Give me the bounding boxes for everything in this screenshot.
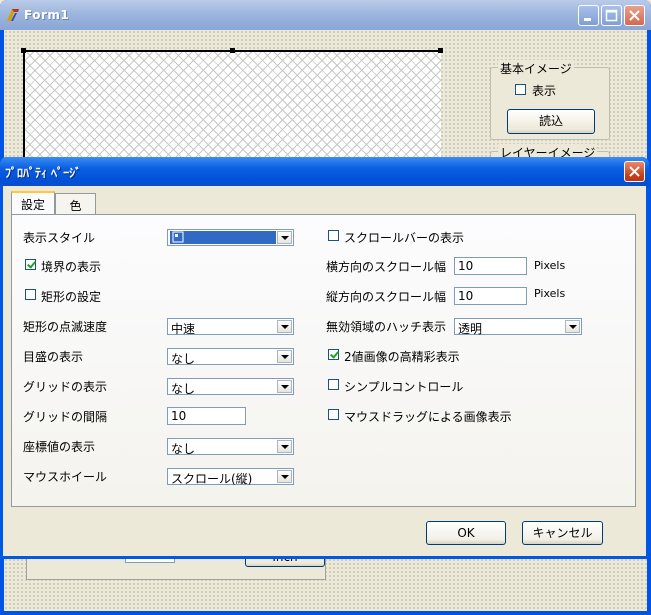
h-scroll-value: 10 xyxy=(458,259,474,273)
ok-button[interactable]: OK xyxy=(426,521,506,545)
h-scroll-unit: Pixels xyxy=(534,259,566,272)
scale-show-value: なし xyxy=(171,352,196,366)
coord-show-label: 座標値の表示 xyxy=(23,440,96,454)
mouse-wheel-value: スクロール(縦) xyxy=(171,472,253,486)
cancel-button[interactable]: キャンセル xyxy=(522,521,603,545)
v-scroll-value: 10 xyxy=(458,289,474,303)
grid-interval-value: 10 xyxy=(171,409,187,423)
hatch-select[interactable]: 透明 xyxy=(454,318,582,336)
coord-show-value: なし xyxy=(171,442,196,456)
v-scroll-label: 縦方向のスクロール幅 xyxy=(326,290,447,304)
simple-control-checkbox[interactable] xyxy=(328,379,339,390)
group-basic-image: 基本イメージ 表示 読込 xyxy=(490,60,610,140)
form1-title-text: Form1 xyxy=(24,8,70,22)
image-control[interactable] xyxy=(21,48,443,160)
v-scroll-unit: Pixels xyxy=(534,287,566,300)
chevron-down-icon[interactable] xyxy=(277,231,292,244)
chevron-down-icon[interactable] xyxy=(277,320,292,333)
scale-show-label: 目盛の表示 xyxy=(23,350,84,364)
settings-panel: 表示スタイル 境界の表示 矩形の設定 矩形の点滅速度 中速 目盛の表示 なし グ… xyxy=(11,214,636,507)
basic-show-checkbox[interactable] xyxy=(515,84,526,95)
dialog-title-text: ﾌﾟﾛﾊﾟﾃｨ ﾍﾟｰｼﾞ xyxy=(5,166,82,180)
border-show-checkbox[interactable] xyxy=(25,259,36,270)
scale-show-select[interactable]: なし xyxy=(167,348,294,366)
rect-blink-label: 矩形の点滅速度 xyxy=(23,320,108,334)
grid-show-value: なし xyxy=(171,382,196,396)
chevron-down-icon[interactable] xyxy=(277,470,292,483)
form1-title-bar[interactable]: Form1 xyxy=(0,0,651,30)
binary-hq-label: 2値画像の高精彩表示 xyxy=(344,350,460,364)
load-button[interactable]: 読込 xyxy=(507,109,595,134)
rect-setting-label: 矩形の設定 xyxy=(41,290,102,304)
chevron-down-icon[interactable] xyxy=(277,380,292,393)
h-scroll-input[interactable]: 10 xyxy=(454,257,527,275)
form1-close-button[interactable] xyxy=(624,5,645,26)
selection-highlight xyxy=(170,231,276,244)
mouse-drag-checkbox[interactable] xyxy=(328,409,339,420)
chevron-down-icon[interactable] xyxy=(277,350,292,363)
close-icon xyxy=(629,166,640,177)
maximize-button[interactable] xyxy=(601,5,622,26)
v-scroll-input[interactable]: 10 xyxy=(454,287,527,305)
basic-show-label: 表示 xyxy=(532,84,557,98)
scrollbar-show-checkbox[interactable] xyxy=(328,230,339,241)
resize-handle[interactable] xyxy=(21,48,26,53)
hatch-value: 透明 xyxy=(458,322,483,336)
close-icon xyxy=(629,10,640,21)
maximize-icon xyxy=(605,9,618,22)
dialog-body: 設定 色 表示スタイル 境界の表示 矩形の設定 矩形の点滅速度 中速 目盛の表示 xyxy=(3,186,646,556)
rect-blink-value: 中速 xyxy=(171,322,196,336)
grid-show-select[interactable]: なし xyxy=(167,378,294,396)
chevron-down-icon[interactable] xyxy=(565,320,580,333)
resize-handle[interactable] xyxy=(438,48,443,53)
grid-show-label: グリッドの表示 xyxy=(23,380,108,394)
minimize-icon xyxy=(584,18,591,21)
dialog-close-button[interactable] xyxy=(624,161,645,182)
display-style-select[interactable] xyxy=(167,229,294,246)
minimize-button[interactable] xyxy=(578,5,599,26)
simple-control-label: シンプルコントロール xyxy=(344,380,464,394)
scrollbar-show-label: スクロールバーの表示 xyxy=(344,231,465,245)
property-page-dialog: ﾌﾟﾛﾊﾟﾃｨ ﾍﾟｰｼﾞ 設定 色 表示スタイル 境界の表示 矩形の設定 矩形… xyxy=(0,157,649,559)
dialog-title-bar[interactable]: ﾌﾟﾛﾊﾟﾃｨ ﾍﾟｰｼﾞ xyxy=(0,157,649,186)
hatch-label: 無効領域のハッチ表示 xyxy=(326,320,447,334)
binary-hq-checkbox[interactable] xyxy=(328,349,339,360)
border-show-label: 境界の表示 xyxy=(41,260,102,274)
tab-color[interactable]: 色 xyxy=(55,193,96,214)
mouse-wheel-select[interactable]: スクロール(縦) xyxy=(167,468,294,486)
mouse-wheel-label: マウスホイール xyxy=(23,470,108,484)
rect-setting-checkbox[interactable] xyxy=(25,289,36,300)
coord-show-select[interactable]: なし xyxy=(167,438,294,456)
grid-interval-input[interactable]: 10 xyxy=(167,407,246,425)
display-style-label: 表示スタイル xyxy=(23,231,96,245)
delphi-app-icon xyxy=(7,9,19,21)
tab-settings[interactable]: 設定 xyxy=(11,191,55,215)
group-basic-legend: 基本イメージ xyxy=(498,60,574,77)
grid-interval-label: グリッドの間隔 xyxy=(23,410,108,424)
style-preview-icon xyxy=(172,231,184,243)
h-scroll-label: 横方向のスクロール幅 xyxy=(326,260,447,274)
rect-blink-select[interactable]: 中速 xyxy=(167,318,294,336)
resize-handle[interactable] xyxy=(230,48,235,53)
chevron-down-icon[interactable] xyxy=(277,440,292,453)
mouse-drag-label: マウスドラッグによる画像表示 xyxy=(344,410,512,424)
